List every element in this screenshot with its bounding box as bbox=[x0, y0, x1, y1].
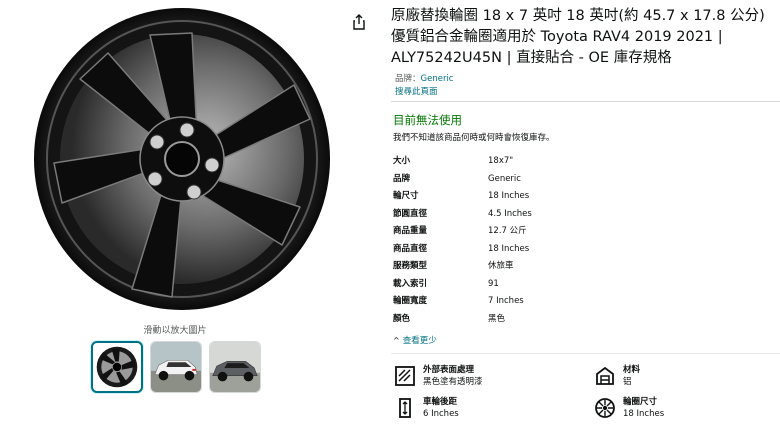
feature-label: 車輪後距 bbox=[423, 397, 458, 407]
feature-value: 铝 bbox=[623, 377, 632, 387]
spec-key: 載入索引 bbox=[393, 278, 428, 289]
rim-size-icon bbox=[595, 398, 615, 418]
share-icon[interactable] bbox=[351, 14, 367, 30]
spec-key: 大小 bbox=[393, 156, 411, 166]
search-this-page-link[interactable]: 搜尋此頁面 bbox=[395, 85, 438, 97]
feature-material: 材料铝 bbox=[595, 364, 640, 388]
feature-value: 18 Inches bbox=[623, 409, 665, 419]
white-suv-thumbnail-image bbox=[151, 342, 201, 392]
thumbnail-wheel[interactable] bbox=[91, 341, 143, 393]
brand-line: 品牌：Generic bbox=[395, 72, 453, 84]
spec-table: 大小 18x7" 品牌 Generic 輪尺寸 18 Inches 節圓直徑 4.5 I… bbox=[393, 153, 723, 328]
spec-row: 載入索引 91 bbox=[393, 276, 723, 294]
spec-key: 服務類型 bbox=[393, 261, 428, 271]
wheel-thumbnail-image bbox=[96, 346, 138, 388]
spec-row: 商品直徑 18 Inches bbox=[393, 241, 723, 259]
see-less-link[interactable]: ^ 查看更少 bbox=[393, 334, 437, 346]
chevron-up-icon: ^ bbox=[393, 336, 400, 345]
product-details: 原廠替換輪圈 18 x 7 英吋 18 英吋(約 45.7 x 17.8 公分)… bbox=[391, 0, 780, 429]
spec-row: 輪圈寬度 7 Inches bbox=[393, 293, 723, 311]
material-icon bbox=[596, 366, 614, 385]
availability-note: 我們不知道該商品何時或何時會恢復庫存。 bbox=[393, 133, 555, 143]
spec-value: 4.5 Inches bbox=[488, 208, 532, 219]
spec-key: 輪尺寸 bbox=[393, 191, 419, 201]
spec-value: 18x7" bbox=[488, 156, 514, 166]
spec-value: 18 Inches bbox=[488, 243, 530, 254]
spec-value: 91 bbox=[488, 278, 499, 289]
spec-row: 顏色 黑色 bbox=[393, 311, 723, 329]
brand-link[interactable]: Generic bbox=[421, 74, 454, 84]
see-less-label: 查看更少 bbox=[402, 336, 437, 346]
backspacing-icon bbox=[399, 398, 411, 418]
feature-backspacing: 車輪後距 6 Inches bbox=[395, 396, 459, 420]
feature-rim-size: 輪圈尺寸 18 Inches bbox=[595, 396, 664, 420]
feature-label: 材料 bbox=[623, 365, 641, 375]
zoom-hint: 滑動以放大圖片 bbox=[143, 326, 207, 336]
spec-row: 節圓直徑 4.5 Inches bbox=[393, 206, 723, 224]
spec-row: 輪尺寸 18 Inches bbox=[393, 188, 723, 206]
spec-row: 服務類型 休旅車 bbox=[393, 258, 723, 276]
thumbnail-gray-suv[interactable] bbox=[209, 341, 261, 393]
spec-row: 品牌 Generic bbox=[393, 171, 723, 189]
divider bbox=[391, 101, 780, 102]
image-gallery: 滑動以放大圖片 bbox=[0, 0, 380, 429]
spec-value: 12.7 公斤 bbox=[488, 226, 527, 236]
spec-key: 節圓直徑 bbox=[393, 208, 428, 219]
spec-row: 大小 18x7" bbox=[393, 153, 723, 171]
product-main-image[interactable] bbox=[32, 7, 332, 312]
thumbnail-white-suv[interactable] bbox=[150, 341, 202, 393]
spec-value: 休旅車 bbox=[488, 261, 514, 271]
availability-status: 目前無法使用 bbox=[393, 113, 462, 127]
divider bbox=[391, 353, 780, 354]
gray-suv-thumbnail-image bbox=[210, 342, 260, 392]
spec-key: 品牌 bbox=[393, 173, 411, 184]
spec-key: 輪圈寬度 bbox=[393, 296, 428, 306]
spec-value: 7 Inches bbox=[488, 296, 524, 306]
spec-row: 商品重量 12.7 公斤 bbox=[393, 223, 723, 241]
spec-key: 商品直徑 bbox=[393, 243, 428, 254]
feature-label: 外部表面處理 bbox=[423, 365, 475, 375]
spec-value: Generic bbox=[488, 173, 521, 184]
feature-surface-finish: 外部表面處理 黑色塗有透明漆 bbox=[395, 364, 483, 388]
spec-value: 18 Inches bbox=[488, 191, 530, 201]
spec-key: 顏色 bbox=[393, 313, 411, 324]
brand-label: 品牌： bbox=[395, 74, 421, 84]
surface-finish-icon bbox=[395, 366, 415, 386]
spec-key: 商品重量 bbox=[393, 226, 428, 236]
feature-label: 輪圈尺寸 bbox=[623, 397, 658, 407]
product-title: 原廠替換輪圈 18 x 7 英吋 18 英吋(約 45.7 x 17.8 公分)… bbox=[391, 8, 765, 66]
feature-value: 黑色塗有透明漆 bbox=[423, 377, 483, 387]
feature-value: 6 Inches bbox=[423, 409, 459, 419]
spec-value: 黑色 bbox=[488, 313, 506, 324]
